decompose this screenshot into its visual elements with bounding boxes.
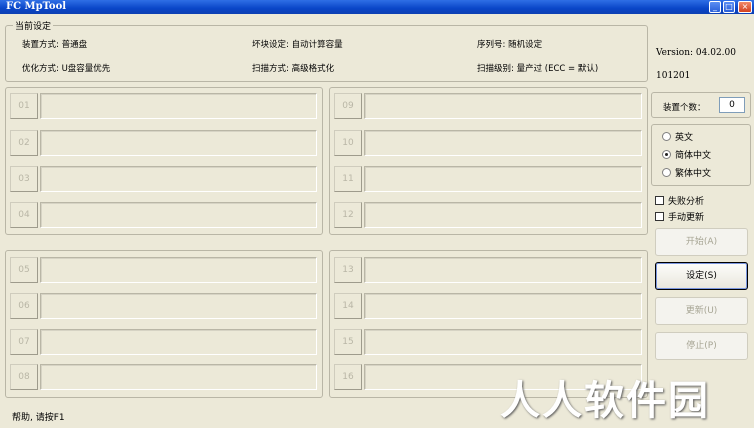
slot-row: 06 xyxy=(10,293,317,319)
language-english-label: 英文 xyxy=(675,132,694,143)
slot-status-field xyxy=(40,93,317,119)
device-count-field: 0 xyxy=(719,97,745,113)
slot-status-field xyxy=(364,293,642,319)
slot-row: 15 xyxy=(334,329,642,355)
slot-status-field xyxy=(40,130,317,156)
settings-button[interactable]: 设定(S) xyxy=(655,262,748,290)
slot-number-button[interactable]: 12 xyxy=(334,202,362,228)
update-button[interactable]: 更新(U) xyxy=(655,297,748,325)
slot-status-field xyxy=(364,257,642,283)
checkbox-icon[interactable] xyxy=(655,195,664,205)
build-label: 101201 xyxy=(656,71,691,81)
slot-status-field xyxy=(364,130,642,156)
slot-row: 14 xyxy=(334,293,642,319)
slot-status-field xyxy=(40,329,317,355)
minimize-button[interactable]: _ xyxy=(709,1,721,13)
slot-row: 11 xyxy=(334,166,642,192)
current-settings-title: 当前设定 xyxy=(13,19,54,32)
fail-analysis-checkbox[interactable]: 失败分析 xyxy=(655,193,704,207)
slot-status-field xyxy=(364,93,642,119)
scan-level-setting: 扫描级别: 量产过 (ECC = 默认) xyxy=(477,64,599,74)
language-option-simplified[interactable]: 简体中文 xyxy=(662,147,711,161)
slot-number-button[interactable]: 09 xyxy=(334,93,362,119)
slot-row: 01 xyxy=(10,93,317,119)
window-title: FC MpTool xyxy=(6,1,67,12)
checkbox-icon[interactable] xyxy=(655,211,664,221)
slot-status-field xyxy=(364,202,642,228)
language-simplified-label: 简体中文 xyxy=(675,150,712,161)
slot-number-button[interactable]: 14 xyxy=(334,293,362,319)
manual-update-label: 手动更新 xyxy=(668,212,705,223)
title-bar: FC MpTool _ □ × xyxy=(0,0,754,14)
slot-status-field xyxy=(40,166,317,192)
slot-row: 04 xyxy=(10,202,317,228)
bad-block-setting: 坏块设定: 自动计算容量 xyxy=(252,40,343,50)
slot-row: 12 xyxy=(334,202,642,228)
slot-status-field xyxy=(40,364,317,390)
language-option-english[interactable]: 英文 xyxy=(662,129,693,143)
slot-status-field xyxy=(364,166,642,192)
watermark-text: 人人软件园 xyxy=(500,378,710,424)
scan-mode-setting: 扫描方式: 高级格式化 xyxy=(252,64,335,74)
fail-analysis-label: 失败分析 xyxy=(668,196,705,207)
device-mode-setting: 装置方式: 普通盘 xyxy=(22,40,88,50)
slot-number-button[interactable]: 04 xyxy=(10,202,38,228)
status-bar-text: 帮助, 请按F1 xyxy=(12,413,65,423)
slot-status-field xyxy=(40,202,317,228)
slot-row: 13 xyxy=(334,257,642,283)
maximize-button[interactable]: □ xyxy=(723,1,735,13)
slot-number-button[interactable]: 05 xyxy=(10,257,38,283)
device-count-label: 装置个数： xyxy=(663,103,706,113)
slot-number-button[interactable]: 02 xyxy=(10,130,38,156)
radio-icon[interactable] xyxy=(662,131,671,141)
slot-number-button[interactable]: 10 xyxy=(334,130,362,156)
slot-status-field xyxy=(364,329,642,355)
slot-number-button[interactable]: 06 xyxy=(10,293,38,319)
slot-number-button[interactable]: 11 xyxy=(334,166,362,192)
slot-number-button[interactable]: 01 xyxy=(10,93,38,119)
slot-row: 03 xyxy=(10,166,317,192)
language-option-traditional[interactable]: 繁体中文 xyxy=(662,165,711,179)
slot-number-button[interactable]: 07 xyxy=(10,329,38,355)
slot-status-field xyxy=(40,257,317,283)
slot-number-button[interactable]: 08 xyxy=(10,364,38,390)
slot-number-button[interactable]: 03 xyxy=(10,166,38,192)
serial-setting: 序列号: 随机设定 xyxy=(477,40,543,50)
stop-button[interactable]: 停止(P) xyxy=(655,332,748,360)
slot-row: 07 xyxy=(10,329,317,355)
slot-row: 05 xyxy=(10,257,317,283)
manual-update-checkbox[interactable]: 手动更新 xyxy=(655,209,704,223)
slot-row: 02 xyxy=(10,130,317,156)
version-label: Version: 04.02.00 xyxy=(656,48,736,58)
slot-row: 08 xyxy=(10,364,317,390)
radio-icon[interactable] xyxy=(662,167,671,177)
radio-selected-icon[interactable] xyxy=(662,149,671,159)
slot-number-button[interactable]: 13 xyxy=(334,257,362,283)
slot-number-button[interactable]: 16 xyxy=(334,364,362,390)
slot-status-field xyxy=(40,293,317,319)
optimize-setting: 优化方式: U盘容量优先 xyxy=(22,64,111,74)
language-traditional-label: 繁体中文 xyxy=(675,168,712,179)
slot-row: 09 xyxy=(334,93,642,119)
slot-number-button[interactable]: 15 xyxy=(334,329,362,355)
slot-row: 10 xyxy=(334,130,642,156)
start-button[interactable]: 开始(A) xyxy=(655,228,748,256)
close-button[interactable]: × xyxy=(738,1,752,13)
